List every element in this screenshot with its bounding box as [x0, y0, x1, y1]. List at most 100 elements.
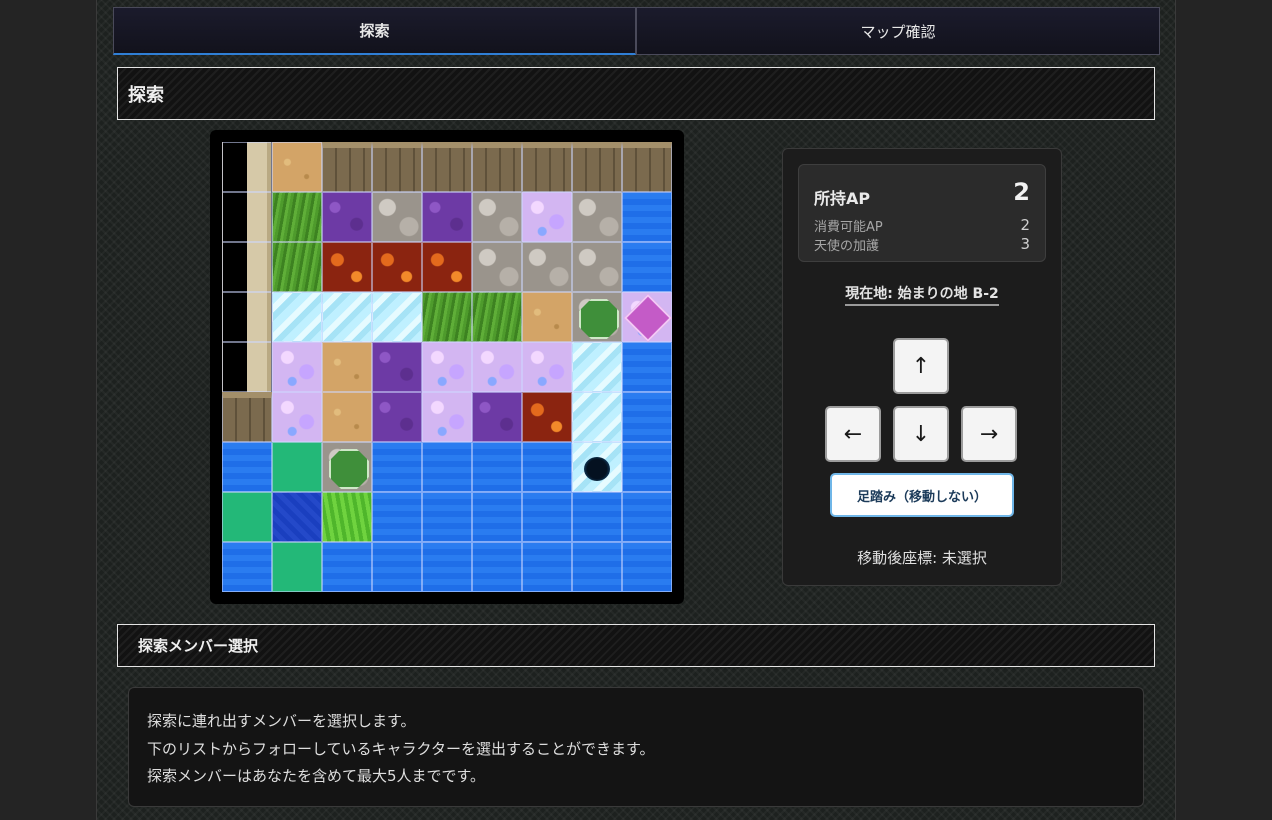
description-line: 下のリストからフォローしているキャラクターを選出することができます。 — [147, 739, 655, 758]
map-tile-lava[interactable] — [372, 242, 422, 292]
map-tile-sand[interactable] — [322, 392, 372, 442]
map-tile-water[interactable] — [222, 442, 272, 492]
map-tile-ice[interactable] — [272, 292, 322, 342]
map-tile-stone[interactable] — [372, 192, 422, 242]
description-line: 探索に連れ出すメンバーを選択します。 — [147, 712, 416, 730]
map-tile-purple[interactable] — [472, 392, 522, 442]
map-tile-grass[interactable] — [472, 292, 522, 342]
map-tile-wall[interactable] — [472, 142, 522, 192]
map-tile-lava[interactable] — [322, 242, 372, 292]
map-tile-wall[interactable] — [572, 142, 622, 192]
map-tile-stone[interactable] — [472, 242, 522, 292]
map-tile-water[interactable] — [622, 242, 672, 292]
map-tile-water[interactable] — [422, 542, 472, 592]
map-tile-water[interactable] — [572, 542, 622, 592]
map-tile-pillar[interactable] — [222, 292, 272, 342]
map-tile-crystal[interactable] — [272, 392, 322, 442]
map-tile-water[interactable] — [622, 392, 672, 442]
map-tile-water[interactable] — [622, 542, 672, 592]
map-tile-wall[interactable] — [622, 142, 672, 192]
map-tile-crystal[interactable] — [522, 192, 572, 242]
map-tile-water[interactable] — [422, 442, 472, 492]
map-tile-sand[interactable] — [322, 342, 372, 392]
map-tile-grass[interactable] — [272, 242, 322, 292]
map-tile-purple[interactable] — [322, 192, 372, 242]
map-tile-water[interactable] — [572, 492, 622, 542]
map-tile-water[interactable] — [372, 542, 422, 592]
map-tile-crystal[interactable] — [422, 392, 472, 442]
map-tile-water[interactable] — [472, 492, 522, 542]
map-tile-stone[interactable] — [472, 192, 522, 242]
map-tile-crystal[interactable] — [272, 342, 322, 392]
map-tile-lava[interactable] — [422, 242, 472, 292]
map-tile-sand[interactable] — [522, 292, 572, 342]
map-tile-grass[interactable] — [272, 192, 322, 242]
usable-ap-value: 2 — [1020, 216, 1030, 234]
map-tile-teal[interactable] — [272, 542, 322, 592]
ap-box: 所持AP 2 消費可能AP 2 天使の加護 3 — [798, 164, 1046, 262]
map-tile-water[interactable] — [522, 542, 572, 592]
map-tile-ice[interactable] — [572, 392, 622, 442]
map-tile-crystal[interactable] — [472, 342, 522, 392]
map-tile-stone[interactable] — [522, 242, 572, 292]
map-tile-water[interactable] — [522, 492, 572, 542]
map-tile-purple[interactable] — [422, 192, 472, 242]
map-tile-water[interactable] — [222, 542, 272, 592]
move-up-button[interactable]: ↑ — [893, 338, 949, 394]
map-tile-purple[interactable] — [372, 392, 422, 442]
map-tile-lava[interactable] — [522, 392, 572, 442]
map-tile-crystal[interactable] — [522, 342, 572, 392]
map-tile-water[interactable] — [472, 442, 522, 492]
map-tile-water[interactable] — [322, 542, 372, 592]
map-tile-ice[interactable] — [372, 292, 422, 342]
move-down-button[interactable]: ↓ — [893, 406, 949, 462]
usable-ap-row: 消費可能AP 2 — [814, 216, 1030, 235]
map-tile-water[interactable] — [622, 192, 672, 242]
map-tile-ice[interactable] — [572, 342, 622, 392]
map-tile-lgrass[interactable] — [322, 492, 372, 542]
after-move-coordinate: 移動後座標: 未選択 — [857, 549, 987, 567]
map-tile-water[interactable] — [622, 442, 672, 492]
map-tile-deep[interactable] — [272, 492, 322, 542]
current-location-text: 現在地: 始まりの地 B-2 — [845, 286, 999, 306]
blessing-label: 天使の加護 — [814, 239, 880, 254]
map-tile-sand[interactable] — [272, 142, 322, 192]
map-tile-water[interactable] — [472, 542, 522, 592]
map-tile-wall[interactable] — [522, 142, 572, 192]
map-tile-water[interactable] — [622, 342, 672, 392]
map-tile-stone[interactable] — [572, 242, 622, 292]
map-tile-wall[interactable] — [372, 142, 422, 192]
map-tile-water[interactable] — [372, 492, 422, 542]
map-tile-gem[interactable] — [622, 292, 672, 342]
map-tile-stone[interactable] — [572, 192, 622, 242]
stay-button[interactable]: 足踏み（移動しない） — [830, 473, 1014, 517]
description-line: 探索メンバーはあなたを含めて最大5人までです。 — [147, 767, 486, 785]
map-tile-water[interactable] — [522, 442, 572, 492]
ap-label: 所持AP — [814, 189, 871, 208]
tab-map-check[interactable]: マップ確認 — [636, 7, 1160, 55]
map-tile-ice[interactable] — [322, 292, 372, 342]
map-tile-pillar[interactable] — [222, 192, 272, 242]
ap-value: 2 — [1013, 178, 1030, 206]
move-right-button[interactable]: → — [961, 406, 1017, 462]
map-tile-water[interactable] — [372, 442, 422, 492]
map-tile-grass[interactable] — [422, 292, 472, 342]
map-tile-water[interactable] — [422, 492, 472, 542]
map-tile-purple[interactable] — [372, 342, 422, 392]
map-tile-wall[interactable] — [322, 142, 372, 192]
map-tile-octa[interactable] — [322, 442, 372, 492]
map-tile-teal[interactable] — [222, 492, 272, 542]
map-tile-teal[interactable] — [272, 442, 322, 492]
map-tile-octa[interactable] — [572, 292, 622, 342]
tab-explore[interactable]: 探索 — [113, 7, 636, 55]
map-tile-water[interactable] — [622, 492, 672, 542]
move-left-button[interactable]: ← — [825, 406, 881, 462]
map-tile-pillar[interactable] — [222, 342, 272, 392]
map-tile-crystal[interactable] — [422, 342, 472, 392]
map-grid[interactable] — [222, 142, 672, 592]
map-tile-pillar[interactable] — [222, 142, 272, 192]
map-tile-wall[interactable] — [422, 142, 472, 192]
map-tile-wall[interactable] — [222, 392, 272, 442]
map-tile-hole[interactable] — [572, 442, 622, 492]
map-tile-pillar[interactable] — [222, 242, 272, 292]
